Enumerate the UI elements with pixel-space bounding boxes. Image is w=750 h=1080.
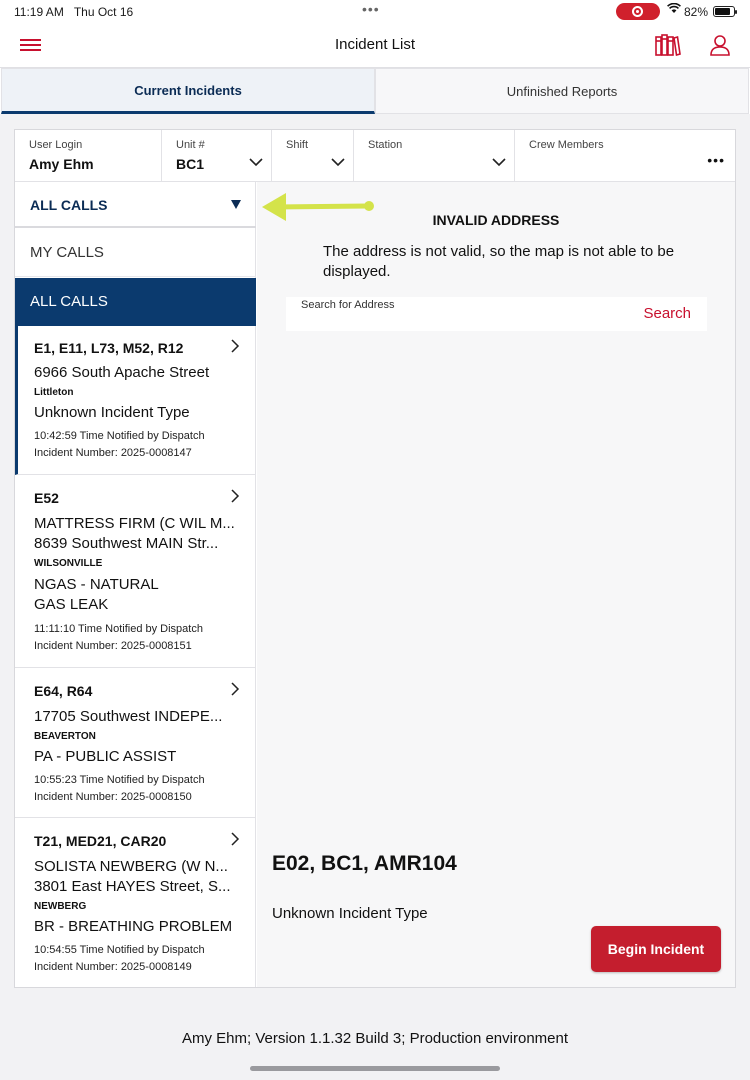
incident-city: Littleton — [34, 387, 74, 398]
status-bar: 11:19 AM Thu Oct 16 ••• 82% — [0, 0, 750, 24]
incident-list-item[interactable]: T21, MED21, CAR20 SOLISTA NEWBERG (W N..… — [15, 818, 256, 987]
incident-time: 10:54:55 Time Notified by Dispatch — [34, 944, 205, 956]
battery-icon — [713, 6, 737, 17]
tab-unfinished-reports[interactable]: Unfinished Reports — [375, 68, 749, 114]
battery-percent: 82% — [684, 5, 709, 19]
user-login-field: User Login Amy Ehm — [15, 130, 162, 182]
incident-city: NEWBERG — [34, 901, 87, 912]
incident-units: T21, MED21, CAR20 — [34, 833, 167, 849]
incident-address: 3801 East HAYES Street, S... — [34, 878, 231, 895]
tab-current-incidents[interactable]: Current Incidents — [1, 68, 375, 114]
incident-list-item[interactable]: E52 MATTRESS FIRM (C WIL M... 8639 South… — [15, 475, 256, 668]
chevron-right-icon — [231, 339, 240, 358]
incident-sidebar: ALL CALLS MY CALLS ALL CALLS E1, E11, L7… — [15, 182, 256, 987]
incident-time: 11:11:10 Time Notified by Dispatch — [34, 623, 203, 635]
incident-number: Incident Number: 2025-0008151 — [34, 640, 192, 652]
incident-number: Incident Number: 2025-0008149 — [34, 961, 192, 973]
chevron-right-icon — [231, 682, 240, 701]
incident-panel: User Login Amy Ehm Unit # BC1 Shift Stat… — [14, 129, 736, 988]
incident-address: 8639 Southwest MAIN Str... — [34, 535, 219, 552]
unit-value: BC1 — [176, 156, 205, 172]
station-label: Station — [368, 139, 403, 151]
shift-label: Shift — [286, 139, 309, 151]
unit-label: Unit # — [176, 139, 205, 151]
tab-bar: Current Incidents Unfinished Reports — [0, 68, 750, 114]
chevron-right-icon — [231, 832, 240, 851]
more-options-icon[interactable]: ••• — [707, 152, 725, 168]
page-title: Incident List — [334, 36, 416, 53]
incident-time: 10:55:23 Time Notified by Dispatch — [34, 774, 205, 786]
incident-location-name: SOLISTA NEWBERG (W N... — [34, 858, 228, 875]
user-profile-icon[interactable] — [709, 34, 731, 61]
station-select[interactable]: Station — [354, 130, 515, 182]
incident-type: BR - BREATHING PROBLEM — [34, 918, 233, 935]
chevron-right-icon — [231, 489, 240, 508]
incident-location-name: MATTRESS FIRM (C WIL M... — [34, 515, 235, 532]
screen-recording-icon[interactable] — [616, 3, 660, 20]
status-time: 11:19 AM Thu Oct 16 — [14, 5, 134, 19]
filter-bar: User Login Amy Ehm Unit # BC1 Shift Stat… — [15, 130, 735, 182]
user-login-value: Amy Ehm — [29, 156, 94, 172]
selected-incident-type: Unknown Incident Type — [272, 905, 428, 922]
incident-list-item[interactable]: E64, R64 17705 Southwest INDEPE... BEAVE… — [15, 668, 256, 818]
incident-address: 6966 South Apache Street — [34, 364, 210, 381]
home-indicator[interactable] — [250, 1066, 500, 1071]
incident-city: BEAVERTON — [34, 731, 96, 742]
incident-number: Incident Number: 2025-0008147 — [34, 447, 192, 459]
version-footer: Amy Ehm; Version 1.1.32 Build 3; Product… — [181, 1030, 569, 1047]
multitask-dots-icon[interactable]: ••• — [362, 1, 380, 17]
calls-filter-selected: ALL CALLS — [30, 197, 108, 213]
incident-type-cont: GAS LEAK — [34, 596, 109, 613]
crew-members-label: Crew Members — [529, 139, 604, 151]
shift-select[interactable]: Shift — [272, 130, 354, 182]
crew-members-field[interactable]: Crew Members ••• — [515, 130, 735, 182]
chevron-down-icon — [249, 154, 263, 172]
invalid-address-message: The address is not valid, so the map is … — [323, 243, 675, 280]
unit-select[interactable]: Unit # BC1 — [162, 130, 272, 182]
incident-type: PA - PUBLIC ASSIST — [34, 748, 177, 765]
incident-type: Unknown Incident Type — [34, 404, 190, 421]
wifi-icon — [667, 2, 681, 17]
option-all-calls[interactable]: ALL CALLS — [15, 278, 256, 326]
incident-units: E64, R64 — [34, 683, 93, 699]
dropdown-triangle-icon — [231, 200, 241, 209]
search-button[interactable]: Search — [643, 305, 691, 322]
incident-units: E52 — [34, 490, 59, 506]
incident-list-item[interactable]: E1, E11, L73, M52, R12 6966 South Apache… — [15, 326, 256, 475]
chevron-down-icon — [331, 154, 345, 172]
incident-type: NGAS - NATURAL — [34, 576, 159, 593]
incident-city: WILSONVILLE — [34, 558, 103, 569]
begin-incident-button[interactable]: Begin Incident — [591, 926, 721, 972]
calls-filter-dropdown[interactable]: ALL CALLS — [15, 182, 256, 228]
chevron-down-icon — [492, 154, 506, 172]
incident-detail-pane: INVALID ADDRESS The address is not valid… — [257, 182, 735, 987]
incident-units: E1, E11, L73, M52, R12 — [34, 340, 184, 356]
annotation-arrow-icon — [260, 187, 380, 232]
address-search-label: Search for Address — [301, 299, 395, 311]
incident-number: Incident Number: 2025-0008150 — [34, 791, 192, 803]
navigation-bar: Incident List — [0, 24, 750, 68]
selected-incident-units: E02, BC1, AMR104 — [272, 852, 457, 875]
library-books-icon[interactable] — [655, 34, 681, 61]
incident-time: 10:42:59 Time Notified by Dispatch — [34, 430, 205, 442]
address-search-field[interactable]: Search for Address Search — [286, 297, 707, 331]
option-my-calls[interactable]: MY CALLS — [15, 229, 256, 277]
user-login-label: User Login — [29, 139, 83, 151]
incident-address: 17705 Southwest INDEPE... — [34, 708, 223, 725]
